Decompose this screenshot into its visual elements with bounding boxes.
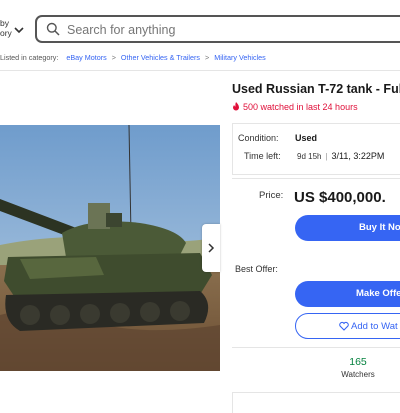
add-to-watchlist-label: Add to Wat [351, 321, 398, 332]
search-input[interactable] [65, 19, 369, 41]
divider [0, 70, 400, 71]
time-separator: | [325, 152, 328, 161]
breadcrumb-prefix: Listed in category: [0, 53, 59, 62]
heart-icon [339, 321, 349, 331]
info-box [232, 123, 400, 175]
breadcrumb-link-ebay-motors[interactable]: eBay Motors [66, 53, 106, 62]
add-to-watchlist-button[interactable]: Add to Wat [295, 313, 400, 339]
watch-activity-text: 500 watched in last 24 hours [243, 102, 358, 112]
divider [232, 178, 400, 179]
breadcrumb-link-other-vehicles[interactable]: Other Vehicles & Trailers [121, 53, 200, 62]
time-left-label: Time left: [244, 151, 281, 161]
watchers-count: 165 [349, 356, 367, 368]
fire-icon [233, 102, 239, 111]
breadcrumb-link-military-vehicles[interactable]: Military Vehicles [214, 53, 266, 62]
buy-it-now-label: Buy It Nov [359, 222, 400, 233]
listing-title: Used Russian T-72 tank - Full [232, 82, 400, 96]
breadcrumb-separator: > [111, 53, 116, 62]
chevron-right-icon [208, 243, 215, 253]
time-remaining: 9d 15h [297, 152, 322, 161]
next-image-button[interactable] [202, 224, 220, 272]
price-value: US $400,000. [294, 189, 386, 206]
watch-activity: 500 watched in last 24 hours [232, 102, 358, 112]
condition-value: Used [295, 133, 318, 143]
end-date: 3/11, 3:22PM [331, 151, 385, 161]
seller-box [232, 392, 400, 413]
make-offer-label: Make Offe [356, 288, 400, 299]
divider [232, 347, 400, 348]
buy-it-now-button[interactable]: Buy It Nov [295, 215, 400, 241]
watchers-label: Watchers [341, 370, 375, 379]
tank-photo [0, 125, 220, 371]
search-box [35, 15, 400, 43]
header: by ory [0, 0, 400, 48]
price-label: Price: [259, 190, 284, 201]
chevron-down-icon[interactable] [13, 24, 25, 36]
product-image[interactable] [0, 125, 220, 371]
search-icon [46, 22, 60, 36]
best-offer-label: Best Offer: [235, 264, 278, 274]
make-offer-button[interactable]: Make Offe [295, 281, 400, 307]
breadcrumb: Listed in category: eBay Motors > Other … [0, 53, 266, 62]
time-left-value: 9d 15h | 3/11, 3:22PM [297, 151, 384, 161]
condition-label: Condition: [238, 133, 279, 143]
category-label: by ory [0, 18, 12, 38]
breadcrumb-separator: > [205, 53, 210, 62]
